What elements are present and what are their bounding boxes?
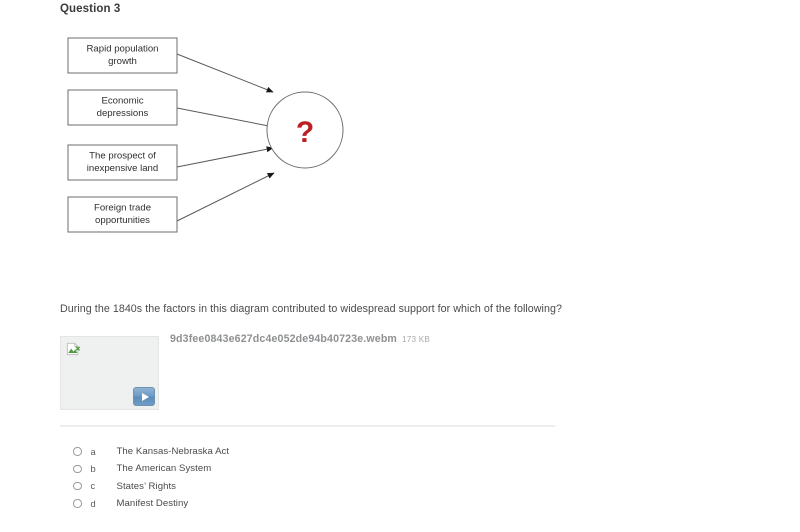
option-letter-b: b [90, 463, 96, 474]
option-letter-a: a [90, 446, 96, 457]
option-label-c: States’ Rights [116, 480, 177, 492]
page-title: Question 3 [60, 3, 121, 15]
attachment-filename[interactable]: 9d3fee0843e627dc4e052de94b40723e.webm 173… [170, 333, 430, 345]
factor-box-4-line2: opportunities [95, 215, 150, 226]
factor-box-1-line1: Rapid population [86, 44, 158, 55]
option-label-b: The American System [116, 463, 212, 475]
option-letter-d: d [90, 498, 96, 509]
factor-box-3-line1: The prospect of [89, 151, 156, 162]
radio-button-c[interactable] [73, 481, 82, 491]
question-mark-symbol: ? [296, 116, 314, 149]
connector-arrow-4 [176, 172, 275, 222]
factor-box-2-line2: depressions [97, 108, 149, 119]
option-label-d: Manifest Destiny [116, 498, 189, 510]
factor-box-1-line2: growth [108, 56, 137, 67]
factor-box-3-line2: inexpensive land [87, 163, 158, 174]
section-divider [60, 425, 555, 427]
factor-box-2: Economic depressions [67, 89, 178, 126]
video-thumbnail[interactable] [60, 336, 159, 410]
connector-arrow-2 [176, 107, 275, 129]
radio-button-d[interactable] [73, 499, 82, 508]
option-letter-c: c [90, 481, 96, 492]
factor-box-3: The prospect of inexpensive land [67, 144, 178, 181]
answer-option-b[interactable]: b The American System [60, 460, 460, 477]
attachment-filesize: 173 KB [402, 335, 431, 344]
attachment-filename-text: 9d3fee0843e627dc4e052de94b40723e.webm [170, 333, 398, 345]
play-triangle [141, 392, 149, 401]
connector-arrow-3 [176, 146, 274, 168]
factor-box-2-line1: Economic [101, 96, 143, 107]
option-label-a: The Kansas-Nebraska Act [116, 446, 230, 458]
factor-box-4: Foreign trade opportunities [67, 196, 178, 233]
radio-button-a[interactable] [73, 447, 82, 456]
connector-arrow-1 [176, 53, 274, 93]
answer-option-d[interactable]: d Manifest Destiny [60, 495, 460, 512]
broken-image-icon [66, 342, 80, 356]
answer-option-c[interactable]: c States’ Rights [60, 478, 460, 495]
diagram-connectors [176, 53, 275, 222]
answer-option-a[interactable]: a The Kansas-Nebraska Act [60, 443, 460, 460]
play-icon[interactable] [133, 387, 155, 406]
question-prompt: During the 1840s the factors in this dia… [60, 303, 562, 315]
factor-box-1: Rapid population growth [67, 37, 178, 74]
diagram-center-circle: ? [266, 91, 344, 169]
factors-diagram: Rapid population growth Economic depress… [55, 25, 375, 250]
answer-options-list: a The Kansas-Nebraska Act b The American… [60, 443, 460, 512]
attachment-block: 9d3fee0843e627dc4e052de94b40723e.webm 173… [60, 333, 560, 413]
radio-button-b[interactable] [73, 464, 82, 474]
factor-box-4-line1: Foreign trade [94, 203, 151, 214]
